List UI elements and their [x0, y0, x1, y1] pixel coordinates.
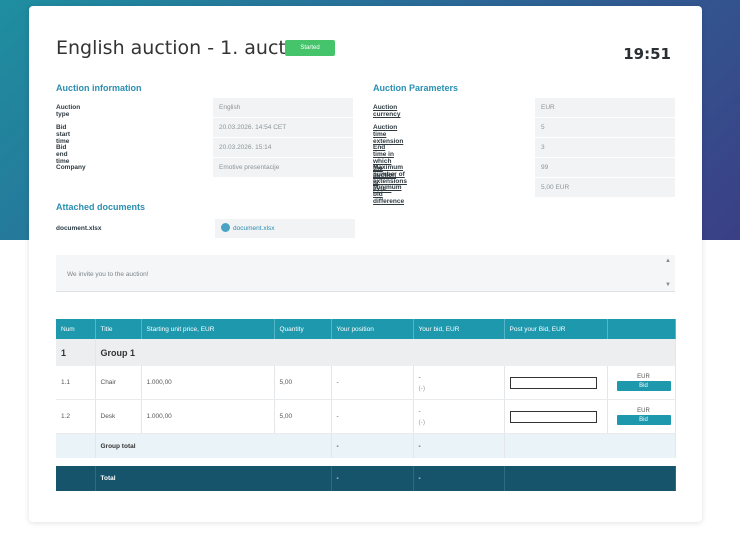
group-total-label: Group total: [95, 433, 332, 458]
page-title: English auction - 1. auction: [56, 37, 315, 59]
status-badge: Started: [285, 40, 335, 56]
bid-input[interactable]: [509, 376, 597, 389]
bid-input-cell: [504, 366, 608, 400]
group-total-row: Group total - -: [56, 433, 676, 458]
col-title: Title: [95, 319, 142, 339]
param-key[interactable]: Auction currency: [373, 104, 400, 118]
col-start-price: Starting unit price, EUR: [141, 319, 275, 339]
info-value: 20.03.2026. 14:54 CET: [213, 118, 353, 137]
excel-file-icon: [221, 222, 230, 232]
document-label: document.xlsx: [56, 225, 102, 232]
item-price: 1.000,00: [141, 366, 275, 400]
total-empty: [504, 466, 676, 491]
bid-action-cell: EUR Bid: [607, 366, 676, 400]
col-num: Num: [56, 319, 96, 339]
document-filename: document.xlsx: [233, 225, 275, 232]
param-key[interactable]: Auction time extension: [373, 124, 403, 145]
param-value: 5: [535, 118, 675, 137]
message-text: We invite you to the auction!: [67, 271, 149, 278]
col-actions: [607, 319, 676, 339]
item-position: -: [331, 366, 414, 400]
bid-table: Num Title Starting unit price, EUR Quant…: [56, 319, 676, 491]
item-title: Chair: [95, 366, 142, 400]
auction-card: English auction - 1. auction Started 19:…: [29, 6, 702, 522]
total-row: Total - -: [56, 466, 676, 491]
total-spacer: [56, 466, 96, 491]
table-row: 1.2 Desk 1.000,00 5,00 - - (-) EUR Bid: [56, 399, 676, 434]
item-bid: -: [418, 373, 421, 381]
param-key[interactable]: Maximum number of extensions: [373, 164, 407, 185]
attached-documents-heading: Attached documents: [56, 202, 146, 212]
group-total-position: -: [331, 433, 414, 458]
table-header-row: Num Title Starting unit price, EUR Quant…: [56, 319, 676, 339]
group-row: 1 Group 1: [56, 339, 676, 366]
item-bid-cell: - (-): [413, 399, 505, 434]
group-title: Group 1: [95, 339, 676, 366]
info-value: 20.03.2026. 15:14: [213, 138, 353, 157]
group-num: 1: [56, 339, 96, 366]
item-title: Desk: [95, 399, 142, 434]
col-position: Your position: [331, 319, 414, 339]
bid-action-cell: EUR Bid: [607, 399, 676, 434]
col-quantity: Quantity: [274, 319, 332, 339]
param-value: 99: [535, 158, 675, 177]
item-bid: -: [418, 407, 421, 415]
table-spacer: [56, 458, 675, 466]
bid-button[interactable]: Bid: [616, 415, 671, 425]
total-bid: -: [413, 466, 505, 491]
bid-input-cell: [504, 399, 608, 434]
item-num: 1.2: [56, 399, 96, 434]
table-row: 1.1 Chair 1.000,00 5,00 - - (-) EUR Bid: [56, 366, 676, 400]
info-key: Bid end time: [56, 144, 70, 165]
info-value: English: [213, 98, 353, 117]
info-key: Company: [56, 164, 86, 171]
bid-currency: EUR: [637, 408, 650, 414]
scroll-up-icon[interactable]: ▲: [665, 258, 671, 264]
info-value: Emotive presentacije: [213, 158, 353, 177]
col-post-bid: Post your Bid, EUR: [504, 319, 608, 339]
item-bid-sub: (-): [418, 384, 426, 392]
item-quantity: 5,00: [274, 399, 332, 434]
item-quantity: 5,00: [274, 366, 332, 400]
countdown-clock: 19:51: [623, 45, 671, 63]
document-link[interactable]: document.xlsx: [215, 219, 355, 238]
scroll-down-icon[interactable]: ▼: [665, 282, 671, 288]
total-label: Total: [95, 466, 332, 491]
param-key[interactable]: Minimum bid difference: [373, 184, 404, 205]
group-total-empty: [504, 433, 676, 458]
spacer-cell: [56, 458, 675, 466]
col-your-bid: Your bid, EUR: [413, 319, 505, 339]
item-bid-sub: (-): [418, 418, 426, 426]
bid-input[interactable]: [509, 410, 597, 423]
item-price: 1.000,00: [141, 399, 275, 434]
info-key: Bid start time: [56, 124, 71, 145]
param-value: 3: [535, 138, 675, 157]
item-bid-cell: - (-): [413, 366, 505, 400]
auction-params-heading: Auction Parameters: [373, 83, 459, 93]
bid-currency: EUR: [637, 374, 650, 380]
group-total-bid: -: [413, 433, 505, 458]
bid-button[interactable]: Bid: [616, 381, 671, 391]
message-box[interactable]: We invite you to the auction! ▲ ▼: [56, 255, 675, 292]
item-num: 1.1: [56, 366, 96, 400]
group-total-spacer: [56, 433, 96, 458]
info-key: Auction type: [56, 104, 81, 118]
param-value: 5,00 EUR: [535, 178, 675, 197]
total-position: -: [331, 466, 414, 491]
auction-info-heading: Auction information: [56, 83, 142, 93]
param-value: EUR: [535, 98, 675, 117]
item-position: -: [331, 399, 414, 434]
